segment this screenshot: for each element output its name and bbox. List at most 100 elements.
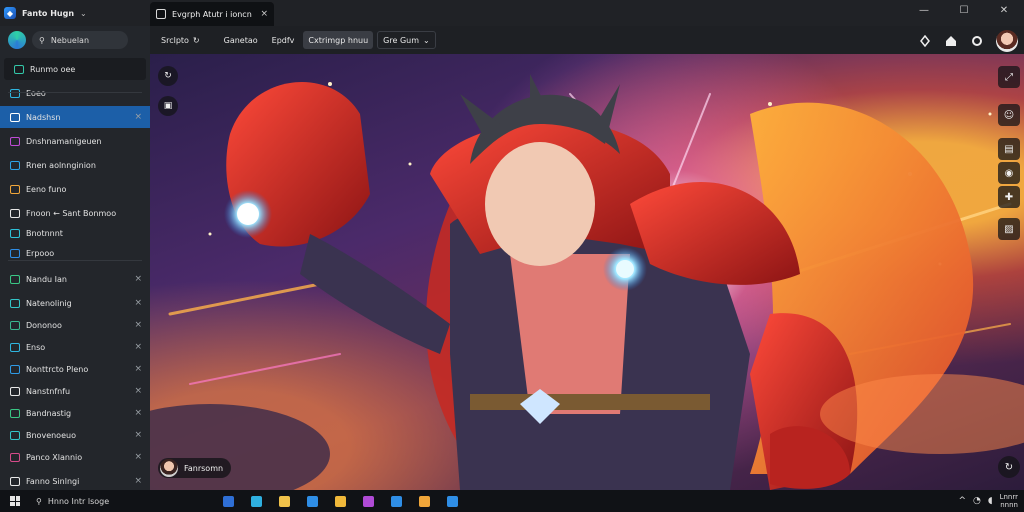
close-icon[interactable]: ×	[134, 386, 142, 396]
chevron-down-icon[interactable]: ⌄	[80, 9, 87, 18]
close-icon[interactable]: ×	[134, 320, 142, 330]
media-icon[interactable]	[354, 490, 382, 512]
sidebar-item-19[interactable]: Fanno Sinlngi ×	[0, 470, 150, 492]
sidebar-item-1[interactable]: Runmo oee	[4, 58, 146, 80]
creator-chip[interactable]: Fanrsomn	[158, 458, 232, 478]
bell-icon[interactable]	[918, 34, 932, 48]
clock[interactable]: Lnnrr nnnn	[1000, 493, 1018, 509]
tab-active[interactable]: Evgrph Atutr i ioncn ×	[150, 2, 274, 26]
sidebar-item-label: Nanstnfnfu	[26, 386, 71, 396]
taskbar-search[interactable]: ⚲ Hnno Intr lsoge	[30, 492, 190, 510]
network-icon[interactable]: ◔	[973, 496, 981, 506]
close-icon[interactable]: ×	[134, 452, 142, 462]
sidebar-divider	[8, 260, 142, 261]
close-icon[interactable]: ×	[134, 430, 142, 440]
app-icon[interactable]	[326, 490, 354, 512]
sidebar-item-icon	[10, 208, 20, 218]
home-icon[interactable]	[944, 34, 958, 48]
tab-label: Evgrph Atutr i ioncn	[172, 9, 252, 19]
photos-icon[interactable]	[382, 490, 410, 512]
close-icon[interactable]: ×	[134, 298, 142, 308]
sidebar-item-label: Rnen aolnnginion	[26, 160, 96, 170]
close-icon[interactable]: ×	[134, 476, 142, 486]
tray-chevron-icon[interactable]: ^	[958, 496, 966, 506]
edge-icon[interactable]	[242, 490, 270, 512]
sidebar-item-label: Runmo oee	[30, 64, 76, 74]
refresh-icon[interactable]: ↻	[158, 66, 178, 86]
taskbar: ⚲ Hnno Intr lsoge ^ ◔ ◖ Lnnrr nnnn	[0, 490, 1024, 512]
toolbar: Srclpto ↻ Ganetao Epdfv Cxtrimgp hnuu Gr…	[150, 26, 1024, 54]
sidebar-item-icon	[10, 386, 20, 396]
settings-icon[interactable]	[438, 490, 466, 512]
sidebar-item-16[interactable]: Bandnastig ×	[0, 402, 150, 424]
start-button[interactable]	[0, 490, 30, 512]
sidebar-item-3[interactable]: Nadshsn ×	[0, 106, 150, 128]
gallery-icon[interactable]	[410, 490, 438, 512]
profile-avatar[interactable]	[996, 30, 1018, 52]
creator-name: Fanrsomn	[184, 463, 224, 473]
sidebar-item-icon	[10, 136, 20, 146]
globe-icon[interactable]: ◉	[998, 162, 1020, 184]
sidebar-item-11[interactable]: Natenolinig ×	[0, 292, 150, 314]
sidebar-item-icon	[10, 88, 20, 98]
close-icon[interactable]: ×	[134, 408, 142, 418]
toolbar-item-2[interactable]: Ganetao	[219, 31, 263, 49]
toolbar-dropdown[interactable]: Gre Gum ⌄	[377, 31, 436, 49]
sidebar-item-7[interactable]: Fnoon ← Sant Bonmoo	[0, 202, 150, 224]
file-explorer-icon[interactable]	[214, 490, 242, 512]
sidebar-item-2[interactable]: Eoeo	[0, 82, 150, 104]
close-icon[interactable]: ×	[134, 342, 142, 352]
sidebar-item-18[interactable]: Panco Xlannio ×	[0, 446, 150, 468]
settings-icon[interactable]	[970, 34, 984, 48]
maximize-button[interactable]: ☐	[944, 0, 984, 20]
title-bar: ◆ Fanto Hugn ⌄ Evgrph Atutr i ioncn × — …	[0, 0, 1024, 26]
close-icon[interactable]: ×	[134, 364, 142, 374]
toolbar-item-4[interactable]: Cxtrimgp hnuu	[303, 31, 374, 49]
sidebar-item-10[interactable]: Nandu Ian ×	[0, 268, 150, 290]
sidebar-item-icon	[10, 452, 20, 462]
windows-logo-icon	[10, 496, 20, 506]
folder-icon[interactable]	[270, 490, 298, 512]
image-icon[interactable]: ▨	[998, 218, 1020, 240]
sidebar-item-label: Fanno Sinlngi	[26, 476, 80, 486]
sidebar-item-label: Fnoon ← Sant Bonmoo	[26, 208, 117, 218]
sidebar-item-label: Dononoo	[26, 320, 62, 330]
sidebar-item-icon	[10, 430, 20, 440]
sidebar-item-12[interactable]: Dononoo ×	[0, 314, 150, 336]
creator-avatar	[160, 459, 178, 477]
layout-icon[interactable]: ▣	[158, 96, 178, 116]
page-icon[interactable]: ▤	[998, 138, 1020, 160]
sidebar-item-5[interactable]: Rnen aolnnginion	[0, 154, 150, 176]
sidebar-item-8[interactable]: Bnotnnnt	[0, 222, 150, 244]
sidebar-item-icon	[10, 248, 20, 258]
toolbar-item-3[interactable]: Epdfv	[267, 31, 300, 49]
sidebar-search-input[interactable]: ⚲ Nebuelan	[32, 31, 128, 49]
user-icon[interactable]: ☺	[998, 104, 1020, 126]
volume-icon[interactable]: ◖	[988, 496, 993, 506]
tab-close-icon[interactable]: ×	[260, 9, 268, 19]
close-icon[interactable]: ×	[134, 112, 142, 122]
sidebar-item-icon	[10, 342, 20, 352]
toolbar-right	[918, 30, 1018, 52]
tools-icon[interactable]: ✚	[998, 186, 1020, 208]
share-icon[interactable]: ↻	[998, 456, 1020, 478]
minimize-button[interactable]: —	[904, 0, 944, 20]
sidebar-item-13[interactable]: Enso ×	[0, 336, 150, 358]
close-window-button[interactable]: ✕	[984, 0, 1024, 20]
sidebar-item-15[interactable]: Nanstnfnfu ×	[0, 380, 150, 402]
sidebar-item-6[interactable]: Eeno funo	[0, 178, 150, 200]
sidebar-item-17[interactable]: Bnovenoeuo ×	[0, 424, 150, 446]
sidebar-item-icon	[10, 408, 20, 418]
app-menu[interactable]: ◆ Fanto Hugn ⌄	[4, 4, 87, 22]
sidebar-item-label: Nonttrcto Pleno	[26, 364, 89, 374]
sidebar-item-4[interactable]: Dnshnamanigeuen	[0, 130, 150, 152]
store-icon[interactable]	[298, 490, 326, 512]
sidebar-item-14[interactable]: Nonttrcto Pleno ×	[0, 358, 150, 380]
close-icon[interactable]: ×	[134, 274, 142, 284]
hero-artwork	[150, 74, 1024, 490]
sidebar-item-icon	[10, 160, 20, 170]
expand-icon[interactable]: ⤢	[998, 66, 1020, 88]
account-avatar[interactable]	[8, 31, 26, 49]
sidebar-item-icon	[10, 320, 20, 330]
toolbar-item-1[interactable]: Srclpto ↻	[156, 31, 205, 49]
